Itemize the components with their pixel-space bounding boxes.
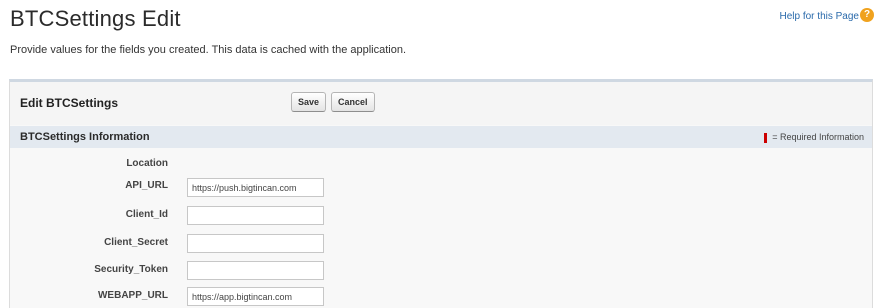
panel-title: Edit BTCSettings (20, 96, 118, 110)
required-legend: = Required Information (764, 132, 864, 143)
webapp-url-field[interactable] (187, 287, 324, 306)
section-header: BTCSettings Information = Required Infor… (10, 126, 872, 148)
cancel-button[interactable]: Cancel (331, 92, 375, 112)
edit-panel: Edit BTCSettings Save Cancel BTCSettings… (9, 79, 873, 308)
field-label-client-secret: Client_Secret (104, 237, 168, 248)
client-id-field[interactable] (187, 206, 324, 225)
field-label-location: Location (126, 158, 168, 169)
help-icon[interactable]: ? (860, 8, 874, 22)
field-label-api-url: API_URL (125, 180, 168, 191)
required-legend-text: = Required Information (772, 132, 864, 142)
page-title: BTCSettings Edit (10, 6, 181, 31)
help-link[interactable]: Help for this Page (780, 11, 860, 22)
save-button[interactable]: Save (291, 92, 327, 112)
api-url-field[interactable] (187, 178, 324, 197)
section-title: BTCSettings Information (20, 131, 150, 143)
panel-header: Edit BTCSettings Save Cancel (10, 82, 872, 125)
security-token-field[interactable] (187, 261, 324, 280)
field-label-security-token: Security_Token (94, 264, 168, 275)
required-marker-icon (764, 132, 768, 143)
field-label-webapp-url: WEBAPP_URL (97, 290, 168, 301)
client-secret-field[interactable] (187, 234, 324, 253)
field-label-client-id: Client_Id (125, 209, 168, 220)
page-description: Provide values for the fields you create… (10, 44, 407, 56)
